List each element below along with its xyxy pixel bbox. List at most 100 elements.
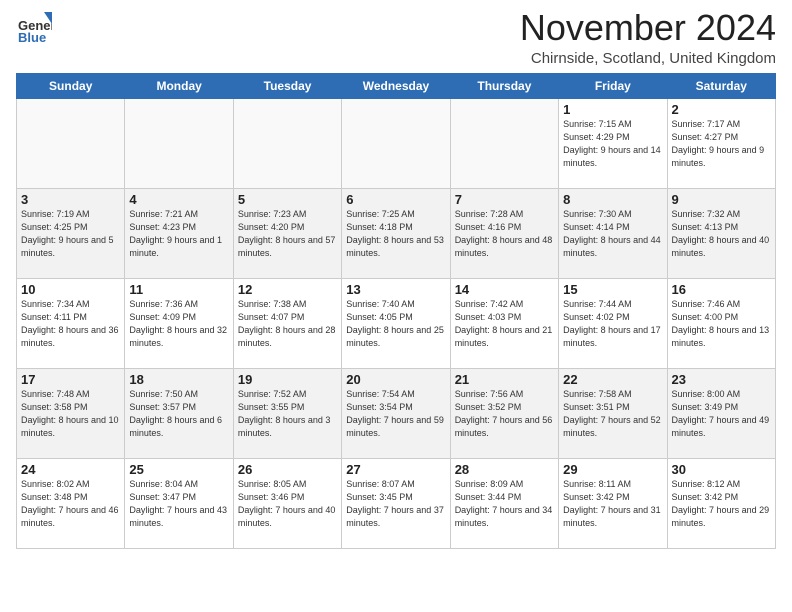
weekday-header-row: Sunday Monday Tuesday Wednesday Thursday… <box>17 73 776 98</box>
day-detail: Sunrise: 7:50 AM Sunset: 3:57 PM Dayligh… <box>129 388 228 440</box>
day-cell: 9Sunrise: 7:32 AM Sunset: 4:13 PM Daylig… <box>667 188 775 278</box>
day-detail: Sunrise: 7:34 AM Sunset: 4:11 PM Dayligh… <box>21 298 120 350</box>
day-cell: 29Sunrise: 8:11 AM Sunset: 3:42 PM Dayli… <box>559 458 667 548</box>
day-detail: Sunrise: 8:12 AM Sunset: 3:42 PM Dayligh… <box>672 478 771 530</box>
day-detail: Sunrise: 7:15 AM Sunset: 4:29 PM Dayligh… <box>563 118 662 170</box>
day-cell <box>17 98 125 188</box>
day-cell <box>233 98 341 188</box>
day-number: 5 <box>238 192 337 207</box>
day-cell: 3Sunrise: 7:19 AM Sunset: 4:25 PM Daylig… <box>17 188 125 278</box>
day-number: 25 <box>129 462 228 477</box>
day-detail: Sunrise: 7:23 AM Sunset: 4:20 PM Dayligh… <box>238 208 337 260</box>
day-cell: 25Sunrise: 8:04 AM Sunset: 3:47 PM Dayli… <box>125 458 233 548</box>
day-number: 16 <box>672 282 771 297</box>
day-cell: 6Sunrise: 7:25 AM Sunset: 4:18 PM Daylig… <box>342 188 450 278</box>
week-row-5: 24Sunrise: 8:02 AM Sunset: 3:48 PM Dayli… <box>17 458 776 548</box>
day-number: 11 <box>129 282 228 297</box>
day-detail: Sunrise: 7:44 AM Sunset: 4:02 PM Dayligh… <box>563 298 662 350</box>
day-detail: Sunrise: 7:42 AM Sunset: 4:03 PM Dayligh… <box>455 298 554 350</box>
logo: General Blue <box>16 8 52 44</box>
day-number: 30 <box>672 462 771 477</box>
day-cell: 20Sunrise: 7:54 AM Sunset: 3:54 PM Dayli… <box>342 368 450 458</box>
day-detail: Sunrise: 7:17 AM Sunset: 4:27 PM Dayligh… <box>672 118 771 170</box>
day-detail: Sunrise: 7:32 AM Sunset: 4:13 PM Dayligh… <box>672 208 771 260</box>
day-detail: Sunrise: 8:02 AM Sunset: 3:48 PM Dayligh… <box>21 478 120 530</box>
week-row-1: 1Sunrise: 7:15 AM Sunset: 4:29 PM Daylig… <box>17 98 776 188</box>
day-number: 24 <box>21 462 120 477</box>
day-number: 2 <box>672 102 771 117</box>
title-block: November 2024 Chirnside, Scotland, Unite… <box>520 8 776 67</box>
month-year-title: November 2024 <box>520 8 776 48</box>
svg-text:Blue: Blue <box>18 30 46 44</box>
day-detail: Sunrise: 8:04 AM Sunset: 3:47 PM Dayligh… <box>129 478 228 530</box>
day-detail: Sunrise: 8:00 AM Sunset: 3:49 PM Dayligh… <box>672 388 771 440</box>
day-cell: 18Sunrise: 7:50 AM Sunset: 3:57 PM Dayli… <box>125 368 233 458</box>
day-number: 17 <box>21 372 120 387</box>
day-number: 4 <box>129 192 228 207</box>
day-detail: Sunrise: 7:54 AM Sunset: 3:54 PM Dayligh… <box>346 388 445 440</box>
day-number: 8 <box>563 192 662 207</box>
day-cell: 4Sunrise: 7:21 AM Sunset: 4:23 PM Daylig… <box>125 188 233 278</box>
day-detail: Sunrise: 7:52 AM Sunset: 3:55 PM Dayligh… <box>238 388 337 440</box>
header-saturday: Saturday <box>667 73 775 98</box>
day-cell: 19Sunrise: 7:52 AM Sunset: 3:55 PM Dayli… <box>233 368 341 458</box>
day-cell: 16Sunrise: 7:46 AM Sunset: 4:00 PM Dayli… <box>667 278 775 368</box>
day-cell <box>125 98 233 188</box>
day-cell: 7Sunrise: 7:28 AM Sunset: 4:16 PM Daylig… <box>450 188 558 278</box>
day-number: 1 <box>563 102 662 117</box>
day-detail: Sunrise: 7:28 AM Sunset: 4:16 PM Dayligh… <box>455 208 554 260</box>
day-cell: 1Sunrise: 7:15 AM Sunset: 4:29 PM Daylig… <box>559 98 667 188</box>
day-number: 12 <box>238 282 337 297</box>
day-cell: 8Sunrise: 7:30 AM Sunset: 4:14 PM Daylig… <box>559 188 667 278</box>
day-number: 22 <box>563 372 662 387</box>
day-detail: Sunrise: 8:07 AM Sunset: 3:45 PM Dayligh… <box>346 478 445 530</box>
day-cell: 2Sunrise: 7:17 AM Sunset: 4:27 PM Daylig… <box>667 98 775 188</box>
header-thursday: Thursday <box>450 73 558 98</box>
day-detail: Sunrise: 8:09 AM Sunset: 3:44 PM Dayligh… <box>455 478 554 530</box>
day-cell: 23Sunrise: 8:00 AM Sunset: 3:49 PM Dayli… <box>667 368 775 458</box>
day-number: 7 <box>455 192 554 207</box>
day-number: 29 <box>563 462 662 477</box>
day-cell: 5Sunrise: 7:23 AM Sunset: 4:20 PM Daylig… <box>233 188 341 278</box>
day-cell: 13Sunrise: 7:40 AM Sunset: 4:05 PM Dayli… <box>342 278 450 368</box>
day-detail: Sunrise: 7:38 AM Sunset: 4:07 PM Dayligh… <box>238 298 337 350</box>
day-detail: Sunrise: 7:21 AM Sunset: 4:23 PM Dayligh… <box>129 208 228 260</box>
day-number: 3 <box>21 192 120 207</box>
week-row-3: 10Sunrise: 7:34 AM Sunset: 4:11 PM Dayli… <box>17 278 776 368</box>
header-sunday: Sunday <box>17 73 125 98</box>
day-cell: 27Sunrise: 8:07 AM Sunset: 3:45 PM Dayli… <box>342 458 450 548</box>
day-number: 10 <box>21 282 120 297</box>
day-detail: Sunrise: 7:19 AM Sunset: 4:25 PM Dayligh… <box>21 208 120 260</box>
day-number: 19 <box>238 372 337 387</box>
day-number: 6 <box>346 192 445 207</box>
calendar-table: Sunday Monday Tuesday Wednesday Thursday… <box>16 73 776 549</box>
day-cell: 24Sunrise: 8:02 AM Sunset: 3:48 PM Dayli… <box>17 458 125 548</box>
day-cell: 30Sunrise: 8:12 AM Sunset: 3:42 PM Dayli… <box>667 458 775 548</box>
day-cell: 12Sunrise: 7:38 AM Sunset: 4:07 PM Dayli… <box>233 278 341 368</box>
day-number: 21 <box>455 372 554 387</box>
day-number: 14 <box>455 282 554 297</box>
day-cell: 22Sunrise: 7:58 AM Sunset: 3:51 PM Dayli… <box>559 368 667 458</box>
day-detail: Sunrise: 7:48 AM Sunset: 3:58 PM Dayligh… <box>21 388 120 440</box>
day-number: 28 <box>455 462 554 477</box>
day-cell: 14Sunrise: 7:42 AM Sunset: 4:03 PM Dayli… <box>450 278 558 368</box>
day-number: 23 <box>672 372 771 387</box>
day-cell: 28Sunrise: 8:09 AM Sunset: 3:44 PM Dayli… <box>450 458 558 548</box>
day-cell: 26Sunrise: 8:05 AM Sunset: 3:46 PM Dayli… <box>233 458 341 548</box>
header-friday: Friday <box>559 73 667 98</box>
day-cell: 17Sunrise: 7:48 AM Sunset: 3:58 PM Dayli… <box>17 368 125 458</box>
day-cell <box>450 98 558 188</box>
day-cell: 10Sunrise: 7:34 AM Sunset: 4:11 PM Dayli… <box>17 278 125 368</box>
header-monday: Monday <box>125 73 233 98</box>
location-subtitle: Chirnside, Scotland, United Kingdom <box>520 50 776 67</box>
day-cell: 15Sunrise: 7:44 AM Sunset: 4:02 PM Dayli… <box>559 278 667 368</box>
day-number: 15 <box>563 282 662 297</box>
day-detail: Sunrise: 7:36 AM Sunset: 4:09 PM Dayligh… <box>129 298 228 350</box>
header-tuesday: Tuesday <box>233 73 341 98</box>
day-detail: Sunrise: 8:05 AM Sunset: 3:46 PM Dayligh… <box>238 478 337 530</box>
week-row-4: 17Sunrise: 7:48 AM Sunset: 3:58 PM Dayli… <box>17 368 776 458</box>
day-detail: Sunrise: 7:56 AM Sunset: 3:52 PM Dayligh… <box>455 388 554 440</box>
day-number: 18 <box>129 372 228 387</box>
day-detail: Sunrise: 7:25 AM Sunset: 4:18 PM Dayligh… <box>346 208 445 260</box>
day-cell: 21Sunrise: 7:56 AM Sunset: 3:52 PM Dayli… <box>450 368 558 458</box>
